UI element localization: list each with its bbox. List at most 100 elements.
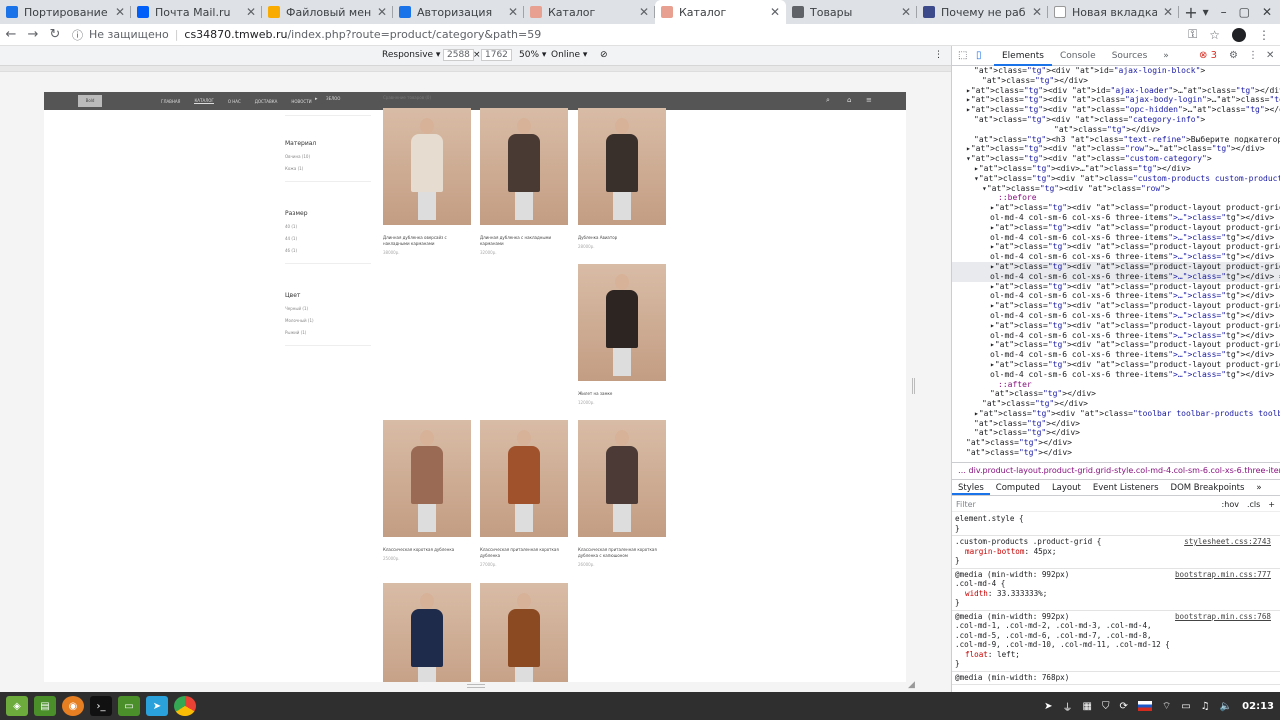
resize-corner-icon[interactable]: ◢ bbox=[908, 680, 915, 690]
device-mode-select[interactable]: Responsive ▾ bbox=[382, 50, 440, 60]
dom-node[interactable]: ol-md-4 col-sm-6 col-xs-6 three-items">…… bbox=[952, 213, 1280, 223]
dom-node[interactable]: ol-md-4 col-sm-6 col-xs-6 three-items">…… bbox=[952, 311, 1280, 321]
network-select[interactable]: Online ▾ bbox=[551, 50, 587, 60]
browser-tab[interactable]: Каталог ✕ bbox=[655, 0, 786, 24]
dom-node[interactable]: ▸"at">class="tg"><div "at">class="opc-hi… bbox=[952, 105, 1280, 115]
settings-icon[interactable]: ⚙ bbox=[1229, 50, 1238, 61]
dom-node[interactable]: ▸"at">class="tg"><div "at">class="produc… bbox=[952, 340, 1280, 350]
filter-option[interactable]: 46 (1) bbox=[285, 248, 371, 253]
dom-node[interactable]: "at">class="tg"></div> bbox=[952, 448, 1280, 458]
product-photo[interactable] bbox=[578, 420, 666, 537]
nav-item[interactable]: Главная bbox=[161, 99, 180, 104]
browser-tab[interactable]: Новая вкладка ✕ bbox=[1048, 0, 1179, 24]
product-photo[interactable] bbox=[383, 583, 471, 682]
dom-node[interactable]: ▸"at">class="tg"><div>…"at">class="tg"><… bbox=[952, 164, 1280, 174]
height-input[interactable]: 1762 bbox=[481, 49, 512, 61]
dom-breadcrumb[interactable]: … div.product-layout.product-grid.grid-s… bbox=[952, 462, 1280, 480]
clock[interactable]: 02:13 bbox=[1242, 701, 1274, 712]
product-photo[interactable] bbox=[383, 108, 471, 225]
usb-icon[interactable]: ⏚ bbox=[1063, 699, 1073, 714]
dom-node[interactable]: "at">class="tg"></div> bbox=[952, 389, 1280, 399]
styles-tab[interactable]: Event Listeners bbox=[1087, 480, 1165, 495]
wifi-icon[interactable]: ⌔ bbox=[1162, 700, 1171, 713]
close-devtools-icon[interactable]: ✕ bbox=[1266, 50, 1274, 61]
telegram-icon[interactable]: ➤ bbox=[146, 696, 168, 716]
css-declaration[interactable]: float: left; bbox=[955, 650, 1278, 660]
product-name[interactable]: Длинная дубленка с накладными карманами bbox=[480, 235, 568, 247]
filter-button[interactable]: .cls bbox=[1247, 500, 1260, 509]
folder-icon[interactable]: ▭ bbox=[118, 696, 140, 716]
dom-node[interactable]: ▸"at">class="tg"><div "at">class="produc… bbox=[952, 242, 1280, 252]
dom-node[interactable]: ▸"at">class="tg"><div "at">class="row">…… bbox=[952, 144, 1280, 154]
shield-icon[interactable]: ⛉ bbox=[1102, 701, 1110, 712]
hamburger-icon[interactable]: ≡ bbox=[866, 96, 872, 104]
device-more-icon[interactable]: ⋮ bbox=[934, 50, 943, 60]
dom-node[interactable]: ▸"at">class="tg"><div "at">class="produc… bbox=[952, 261, 1280, 272]
update-icon[interactable]: ⟳ bbox=[1119, 701, 1127, 712]
dom-node[interactable]: ▾"at">class="tg"><div "at">class="custom… bbox=[952, 174, 1280, 184]
product-photo[interactable] bbox=[578, 264, 666, 381]
styles-more-icon[interactable]: » bbox=[1250, 480, 1267, 495]
dom-node[interactable]: "at">class="tg"></div> bbox=[952, 76, 1280, 86]
product-photo[interactable] bbox=[578, 108, 666, 225]
dom-node[interactable]: ol-md-4 col-sm-6 col-xs-6 three-items">…… bbox=[952, 252, 1280, 262]
dom-node[interactable]: ol-md-4 col-sm-6 col-xs-6 three-items">…… bbox=[952, 271, 1280, 282]
error-badge[interactable]: ⊗ 3 bbox=[1199, 50, 1217, 61]
devtools-tab-sources[interactable]: Sources bbox=[1104, 46, 1156, 66]
product-photo[interactable] bbox=[480, 583, 568, 682]
width-input[interactable]: 2588 bbox=[443, 49, 474, 61]
devtools-tab-console[interactable]: Console bbox=[1052, 46, 1104, 66]
browser-tab[interactable]: Почему не работает ✕ bbox=[917, 0, 1048, 24]
filter-option[interactable]: Черный (1) bbox=[285, 306, 371, 311]
mint-menu-icon[interactable]: ◈ bbox=[6, 696, 28, 716]
filter-option[interactable]: Кожа (1) bbox=[285, 166, 371, 171]
nav-item[interactable]: О нас bbox=[228, 99, 241, 104]
dom-node[interactable]: ▸"at">class="tg"><div "at">class="produc… bbox=[952, 203, 1280, 213]
minimize-icon[interactable]: – bbox=[1221, 5, 1227, 19]
dom-node[interactable]: "at">class="tg"></div> bbox=[952, 125, 1280, 135]
profile-avatar[interactable] bbox=[1232, 27, 1246, 42]
product-photo[interactable] bbox=[383, 420, 471, 537]
dom-node[interactable]: "at">class="tg"><div "at">id="ajax-login… bbox=[952, 66, 1280, 76]
rotate-icon[interactable]: ⊘ bbox=[600, 50, 608, 60]
rule-source[interactable]: bootstrap.min.css:777 bbox=[1175, 570, 1271, 580]
filter-option[interactable]: Молочный (1) bbox=[285, 318, 371, 323]
dom-node[interactable]: ▸"at">class="tg"><div "at">class="produc… bbox=[952, 301, 1280, 311]
chrome-icon[interactable] bbox=[174, 696, 196, 716]
dom-node[interactable]: "at">class="tg"></div> bbox=[952, 399, 1280, 409]
css-rule[interactable]: @media (min-width: 992px) .col-md-1, .co… bbox=[952, 611, 1280, 672]
product-card[interactable]: Классическая приталенная короткая дублен… bbox=[578, 420, 666, 567]
css-rule[interactable]: @media (min-width: 768px) bbox=[952, 672, 1280, 685]
resize-handle-bottom[interactable] bbox=[467, 684, 485, 688]
product-card[interactable]: Классическая приталенная короткая дублен… bbox=[480, 420, 568, 567]
filter-option[interactable]: 44 (1) bbox=[285, 236, 371, 241]
url-field[interactable]: ⓘ Не защищено | cs34870.tmweb.ru/index.p… bbox=[72, 27, 541, 43]
keyboard-layout-flag[interactable] bbox=[1137, 701, 1152, 711]
close-tab-icon[interactable]: ✕ bbox=[246, 5, 256, 19]
site-search-text[interactable]: ЗЕЛОО bbox=[326, 96, 340, 101]
devtools-tab-elements[interactable]: Elements bbox=[994, 46, 1052, 66]
music-icon[interactable]: ♫ bbox=[1201, 701, 1210, 712]
close-tab-icon[interactable]: ✕ bbox=[770, 5, 780, 19]
close-tab-icon[interactable]: ✕ bbox=[377, 5, 387, 19]
dom-node[interactable]: "at">class="tg"></div> bbox=[952, 419, 1280, 429]
dom-node[interactable]: ::before bbox=[952, 193, 1280, 203]
close-tab-icon[interactable]: ✕ bbox=[508, 5, 518, 19]
devtools-menu-icon[interactable]: ⋮ bbox=[1248, 50, 1258, 61]
search-icon[interactable]: ⌕ bbox=[826, 96, 830, 105]
browser-tab[interactable]: Товары ✕ bbox=[786, 0, 917, 24]
resize-handle-right[interactable] bbox=[912, 378, 915, 394]
browser-tab[interactable]: Авторизация ✕ bbox=[393, 0, 524, 24]
dom-node[interactable]: "at">class="tg"></div> bbox=[952, 428, 1280, 438]
info-icon[interactable]: ⓘ bbox=[72, 27, 83, 43]
styles-tab[interactable]: Computed bbox=[990, 480, 1046, 495]
dom-node[interactable]: ol-md-4 col-sm-6 col-xs-6 three-items">…… bbox=[952, 350, 1280, 360]
files-icon[interactable]: ▤ bbox=[34, 696, 56, 716]
product-card[interactable]: Дубленка Авиатор 28000р. bbox=[578, 108, 666, 249]
close-tab-icon[interactable]: ✕ bbox=[901, 5, 911, 19]
dom-node[interactable]: ::after bbox=[952, 380, 1280, 390]
dom-node[interactable]: ▸"at">class="tg"><div "at">class="produc… bbox=[952, 321, 1280, 331]
reload-icon[interactable]: ↻ bbox=[44, 27, 66, 42]
css-declaration[interactable]: width: 33.333333%; bbox=[955, 589, 1278, 599]
css-rule[interactable]: .custom-products .product-grid {styleshe… bbox=[952, 536, 1280, 569]
